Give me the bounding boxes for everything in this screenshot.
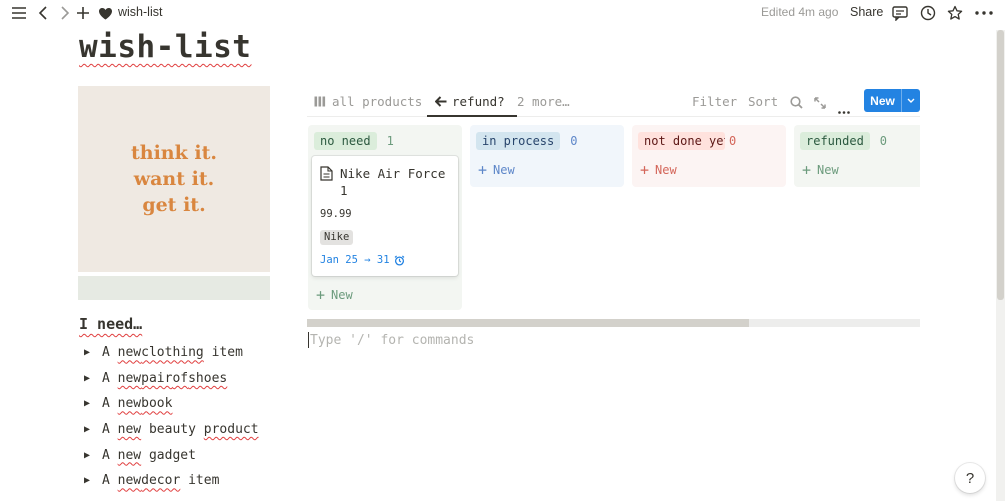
comment-icon[interactable]	[891, 4, 909, 22]
filter-button[interactable]: Filter	[692, 94, 737, 109]
cover-strip	[78, 276, 270, 300]
command-placeholder[interactable]: Type '/' for commands	[308, 332, 474, 348]
toggle-item[interactable]: ▶ A new pair of shoes	[84, 366, 259, 392]
column-status-tag[interactable]: not done yet	[638, 132, 725, 150]
toggle-item[interactable]: ▶ A new gadget	[84, 442, 259, 468]
board-column-refunded: refunded 0 + New	[794, 125, 920, 187]
column-count: 1	[386, 134, 394, 148]
cover-image: think it. want it. get it.	[78, 86, 270, 272]
column-status-tag[interactable]: no need	[314, 132, 377, 150]
text-caret	[308, 332, 309, 348]
board-icon	[314, 96, 326, 107]
toggle-triangle-icon[interactable]: ▶	[84, 347, 102, 358]
cover-text-line: want it.	[133, 168, 215, 190]
active-tab-indicator	[427, 115, 517, 117]
toggle-triangle-icon[interactable]: ▶	[84, 398, 102, 409]
column-count: 0	[570, 134, 578, 148]
top-bar: wish-list Edited 4m ago Share	[0, 0, 1005, 26]
tab-refund[interactable]: refund?	[435, 94, 505, 109]
toggle-triangle-icon[interactable]: ▶	[84, 373, 102, 384]
column-count: 0	[879, 134, 888, 148]
back-icon[interactable]	[36, 4, 50, 22]
card-price: 99.99	[320, 208, 352, 220]
card-title: Nike Air Force 1	[340, 166, 446, 198]
card-brand-tag: Nike	[320, 230, 354, 245]
page-vertical-scrollbar[interactable]	[996, 30, 1005, 501]
tab-all-products[interactable]: all products	[314, 94, 422, 109]
history-icon[interactable]	[919, 4, 937, 22]
add-card-button[interactable]: + New	[478, 161, 515, 179]
toggle-item[interactable]: ▶ A new beauty product	[84, 417, 259, 443]
toggle-item[interactable]: ▶ A new clothing item	[84, 340, 259, 366]
search-icon[interactable]	[790, 94, 803, 113]
board-horizontal-scrollbar[interactable]	[307, 319, 920, 327]
help-button[interactable]: ?	[955, 463, 985, 493]
chevron-down-icon[interactable]	[902, 98, 920, 103]
heart-icon	[97, 4, 113, 22]
more-options-icon[interactable]	[974, 4, 994, 22]
board-column-no-need: no need 1 Nike Air Force 1 99.99 Nike Ja…	[308, 125, 462, 310]
toggle-triangle-icon[interactable]: ▶	[84, 424, 102, 435]
new-record-button[interactable]: New	[864, 89, 920, 112]
board-column-in-process: in process 0 + New	[470, 125, 624, 187]
sort-button[interactable]: Sort	[748, 94, 778, 109]
favorite-star-icon[interactable]	[946, 4, 964, 22]
share-button[interactable]: Share	[850, 5, 883, 19]
scrollbar-thumb[interactable]	[997, 30, 1004, 300]
board-view-bar: all products refund? 2 more… Filter Sort…	[307, 88, 920, 117]
toggle-triangle-icon[interactable]: ▶	[84, 475, 102, 486]
tab-more-views[interactable]: 2 more…	[517, 94, 570, 109]
needs-toggle-list: ▶ A new clothing item ▶ A new pair of shoe…	[84, 340, 259, 494]
column-count: 0	[729, 134, 737, 148]
column-status-tag[interactable]: in process	[476, 132, 561, 150]
column-status-tag[interactable]: refunded	[800, 132, 870, 150]
card-date: Jan 25 → 31	[320, 254, 405, 266]
cover-text-line: think it.	[130, 142, 217, 164]
toggle-item[interactable]: ▶ A new decor item	[84, 468, 259, 494]
document-icon	[320, 166, 333, 181]
needs-heading[interactable]: I need…	[79, 315, 142, 333]
board-column-not-done-yet: not done yet 0 + New	[632, 125, 786, 187]
more-icon[interactable]	[838, 99, 850, 118]
board-card[interactable]: Nike Air Force 1 99.99 Nike Jan 25 → 31	[312, 156, 458, 276]
breadcrumb-page[interactable]: wish-list	[118, 5, 162, 19]
reminder-alarm-icon	[394, 255, 404, 266]
arrow-left-icon	[435, 96, 447, 107]
page-title[interactable]: wish-list	[79, 29, 251, 65]
forward-icon[interactable]	[58, 4, 72, 22]
toggle-triangle-icon[interactable]: ▶	[84, 450, 102, 461]
add-icon[interactable]	[75, 4, 91, 22]
add-card-button[interactable]: + New	[316, 286, 353, 304]
cover-text-line: get it.	[142, 194, 206, 216]
toggle-item[interactable]: ▶ A new book	[84, 391, 259, 417]
add-card-button[interactable]: + New	[802, 161, 839, 179]
edited-status: Edited 4m ago	[761, 5, 839, 19]
scrollbar-thumb[interactable]	[307, 319, 749, 327]
add-card-button[interactable]: + New	[640, 161, 677, 179]
expand-icon[interactable]	[814, 94, 826, 113]
menu-icon[interactable]	[10, 4, 28, 22]
